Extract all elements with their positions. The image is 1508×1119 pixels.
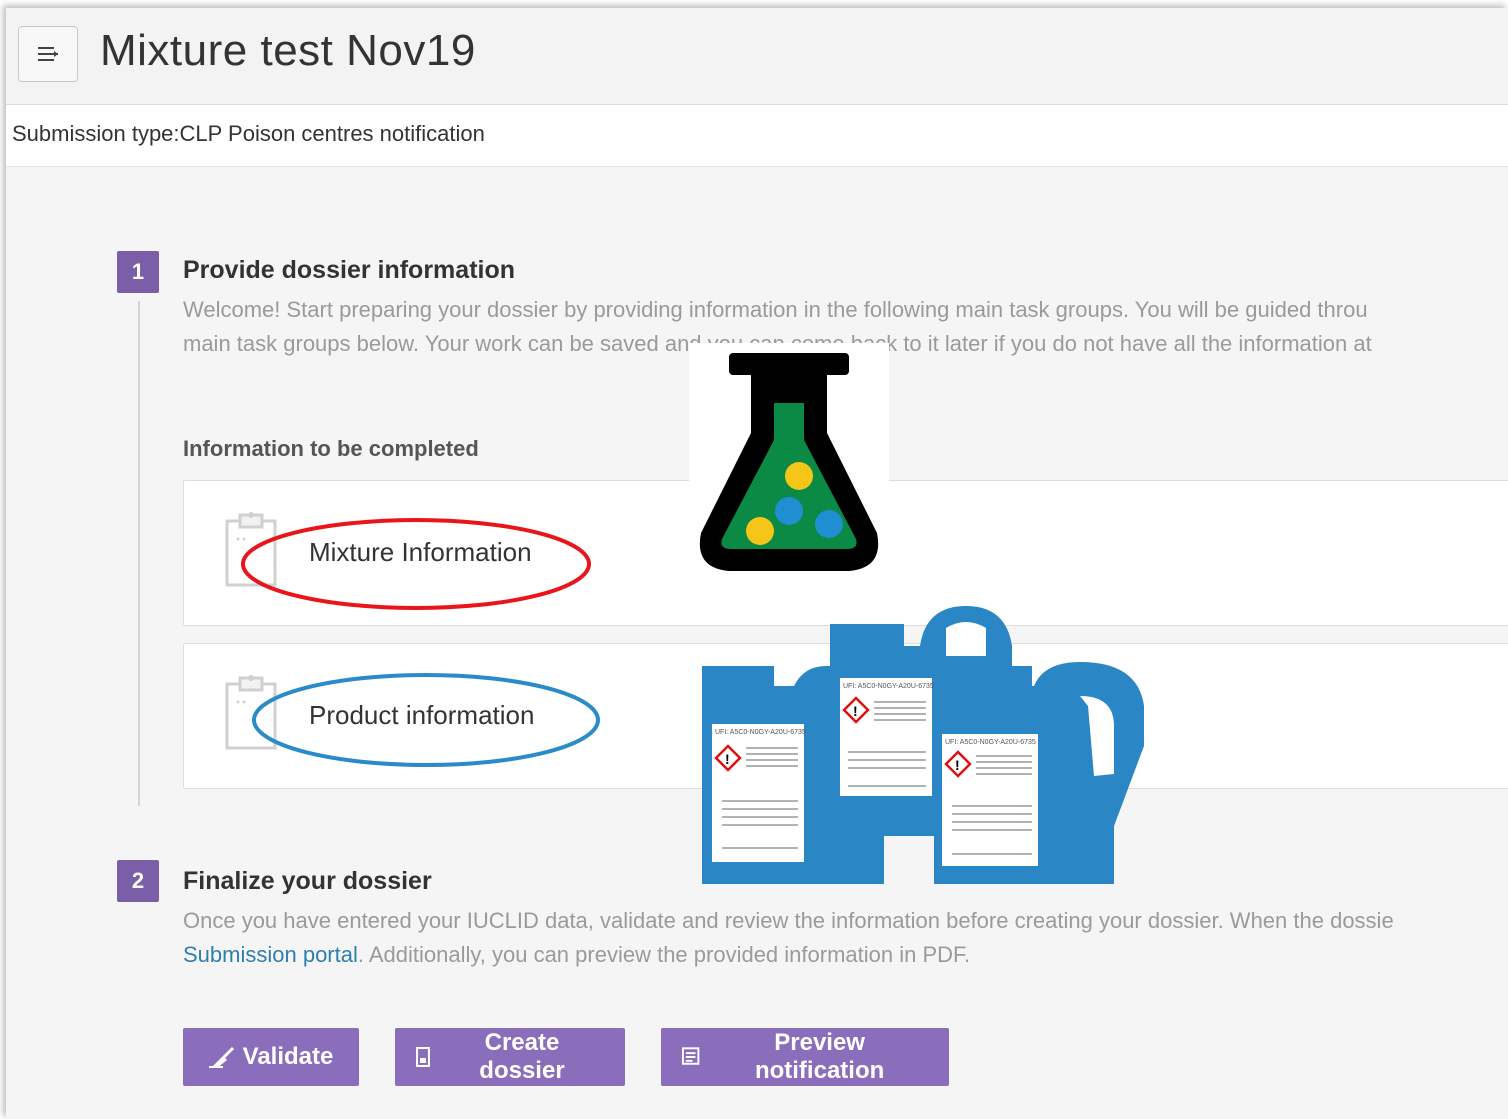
broom-icon <box>208 1046 234 1068</box>
mixture-information-label: Mixture Information <box>309 537 532 567</box>
preview-icon <box>681 1047 700 1065</box>
svg-text:!: ! <box>853 703 858 719</box>
info-heading: Information to be completed <box>183 436 479 461</box>
submission-portal-link[interactable]: Submission portal <box>183 942 358 967</box>
preview-notification-button[interactable]: Preview notification <box>661 1028 949 1086</box>
step-2-desc-rest: . Additionally, you can preview the prov… <box>357 942 971 967</box>
submission-type: Submission type:CLP Poison centres notif… <box>12 121 485 146</box>
step-1-desc-line1: Welcome! Start preparing your dossier by… <box>183 297 1368 322</box>
step-timeline <box>138 301 140 806</box>
svg-text:!: ! <box>725 751 730 767</box>
flask-icon <box>689 343 889 578</box>
step-2-badge: 2 <box>117 860 159 902</box>
document-icon <box>415 1047 430 1067</box>
submission-bar: Submission type:CLP Poison centres notif… <box>6 105 1508 167</box>
validate-label: Validate <box>242 1043 334 1070</box>
ufi-label-2: UFI: A5C0-N0GY-A20U-6735 <box>843 683 934 690</box>
product-information-label: Product information <box>309 700 535 730</box>
ufi-label-3: UFI: A5C0-N0GY-A20U-6735 <box>945 739 1036 746</box>
header-bar: Mixture test Nov19 <box>6 8 1508 105</box>
validate-button[interactable]: Validate <box>183 1028 359 1086</box>
svg-text:!: ! <box>955 757 960 773</box>
ufi-label-1: UFI: A5C0-N0GY-A20U-6735 <box>715 729 806 736</box>
step-2-title: Finalize your dossier <box>183 867 432 895</box>
clipboard-icon <box>225 512 277 587</box>
step-2-desc-line1: Once you have entered your IUCLID data, … <box>183 908 1394 933</box>
page-title: Mixture test Nov19 <box>100 26 476 75</box>
step-2-desc-line2: Submission portal. Additionally, you can… <box>183 938 970 972</box>
step-1-title: Provide dossier information <box>183 256 516 284</box>
create-dossier-label: Create dossier <box>479 1029 565 1084</box>
preview-notification-label: Preview notification <box>754 1029 885 1084</box>
menu-button[interactable] <box>18 26 78 82</box>
step-1-badge: 1 <box>117 251 159 293</box>
create-dossier-button[interactable]: Create dossier <box>395 1028 625 1086</box>
app-window: Mixture test Nov19 Submission type:CLP P… <box>6 8 1508 1119</box>
chemical-bottles-icon: UFI: A5C0-N0GY-A20U-6735 UFI: A5C0-N0GY-… <box>702 606 1144 884</box>
menu-icon <box>38 47 58 61</box>
clipboard-icon <box>225 675 277 750</box>
